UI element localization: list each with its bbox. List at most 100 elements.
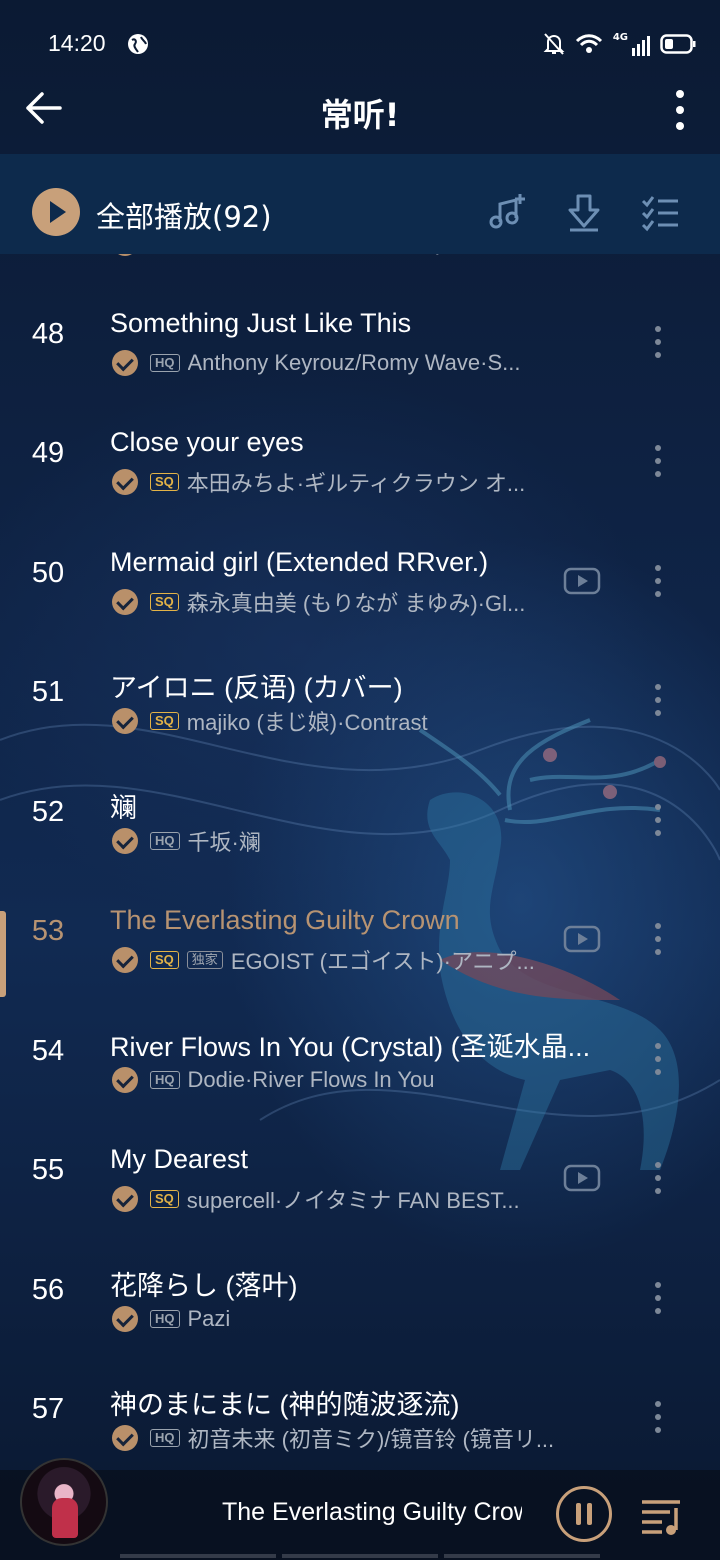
mute-bell-icon <box>543 33 565 55</box>
song-artist: Dodie·River Flows In You <box>187 1066 435 1092</box>
more-vertical-icon[interactable] <box>648 443 668 479</box>
song-row[interactable]: 47VIPSQ独家Lucas & Steve·Up Till D... <box>0 254 720 284</box>
song-title: Something Just Like This <box>110 307 412 338</box>
song-artist: majiko (まじ娘)·Contrast <box>186 710 428 735</box>
quality-badge: SQ <box>150 712 179 730</box>
song-artist: 初音未来 (初音ミク)/镜音铃 (镜音リ... <box>187 1427 555 1452</box>
page-title: 常听! <box>320 96 400 134</box>
song-number: 48 <box>31 317 65 350</box>
song-title: The Everlasting Guilty Crown <box>110 905 460 935</box>
song-artist: Anthony Keyrouz/Romy Wave·S... <box>187 349 521 375</box>
song-title: Close your eyes <box>110 427 304 457</box>
song-list[interactable]: 47VIPSQ独家Lucas & Steve·Up Till D... 48 Som… <box>0 254 720 1470</box>
downloaded-check-icon <box>112 708 138 734</box>
more-vertical-icon[interactable] <box>648 1280 668 1316</box>
more-vertical-icon[interactable] <box>648 1399 668 1435</box>
more-vertical-icon[interactable] <box>648 1041 668 1077</box>
play-icon[interactable] <box>32 188 80 236</box>
more-vertical-icon[interactable] <box>648 563 668 599</box>
song-title: アイロニ (反语) (カバー) <box>110 673 403 703</box>
player-page-indicator <box>120 1554 600 1558</box>
downloaded-check-icon <box>112 254 138 256</box>
song-artist: Pazi <box>187 1305 231 1331</box>
song-artist: 本田みちよ·ギルティクラウン オ... <box>186 471 526 496</box>
song-row[interactable]: 56 花降らし (落叶) HQ Pazi <box>0 1240 720 1360</box>
song-row[interactable]: 50 Mermaid girl (Extended RRver.) SQ 森永真由美 … <box>0 523 720 643</box>
checklist-icon[interactable] <box>640 192 680 232</box>
play-all-label[interactable]: 全部播放(92) <box>96 194 272 236</box>
battery-icon <box>660 34 696 54</box>
song-row[interactable]: 51 アイロニ (反语) (カバー) SQ majiko (まじ娘)·Contrast <box>0 642 720 762</box>
video-icon[interactable] <box>563 567 601 595</box>
song-artist: 千坂·斓 <box>187 829 261 855</box>
more-vertical-icon[interactable] <box>648 324 668 360</box>
status-icons: 4G <box>543 30 696 58</box>
song-row[interactable]: 52 斓 HQ 千坂·斓 <box>0 762 720 882</box>
mini-player[interactable]: The Everlasting Guilty Crow <box>0 1458 720 1560</box>
song-number: 51 <box>31 676 65 708</box>
song-title: 花降らし (落叶) <box>110 1270 298 1301</box>
music-add-icon[interactable] <box>488 192 528 232</box>
song-number: 52 <box>31 795 65 828</box>
song-number: 55 <box>31 1154 65 1186</box>
song-number: 53 <box>31 915 65 947</box>
song-number: 57 <box>31 1393 65 1425</box>
more-vertical-icon[interactable] <box>648 682 668 718</box>
header: 常听! <box>0 72 720 154</box>
more-vertical-icon[interactable] <box>670 88 690 132</box>
quality-badge: HQ <box>150 353 180 372</box>
downloaded-check-icon <box>112 1305 138 1332</box>
quality-badge: 独家 <box>186 951 223 969</box>
song-meta: HQ Anthony Keyrouz/Romy Wave·S... <box>112 346 562 380</box>
song-number: 54 <box>31 1034 65 1067</box>
quality-badge: SQ <box>150 1190 179 1208</box>
song-row[interactable]: 48 Something Just Like This HQ Anthony Keyr… <box>0 284 720 404</box>
song-number: 50 <box>31 556 65 589</box>
video-icon[interactable] <box>563 925 601 953</box>
quality-badge: SQ <box>150 951 179 969</box>
song-artist: EGOIST (エゴイスト)·アニプ... <box>230 949 535 974</box>
quality-badge: SQ <box>150 592 179 611</box>
song-row[interactable]: 53 The Everlasting Guilty Crown SQ 独家 EGOIST… <box>0 881 720 1001</box>
quality-badge: HQ <box>150 1429 180 1447</box>
song-artist: supercell·ノイタミナ FAN BEST... <box>186 1188 520 1213</box>
song-meta: SQ 本田みちよ·ギルティクラウン オ... <box>112 465 562 499</box>
song-title: Mermaid girl (Extended RRver.) <box>110 546 489 577</box>
quality-badge: HQ <box>150 1070 180 1089</box>
globe-icon <box>128 34 148 54</box>
downloaded-check-icon <box>112 1186 138 1212</box>
download-icon[interactable] <box>564 192 604 232</box>
song-meta: SQ 森永真由美 (もりなが まゆみ)·Gl... <box>112 585 562 619</box>
cellular-signal: 4G <box>613 32 650 56</box>
song-meta: SQ supercell·ノイタミナ FAN BEST... <box>112 1182 562 1216</box>
song-meta: HQ Dodie·River Flows In You <box>112 1063 562 1097</box>
downloaded-check-icon <box>112 1425 138 1451</box>
song-row[interactable]: 49 Close your eyes SQ 本田みちよ·ギルティクラウン オ... <box>0 403 720 523</box>
more-vertical-icon[interactable] <box>648 921 668 957</box>
quality-badge: HQ <box>150 1309 180 1328</box>
wifi-icon <box>575 34 602 53</box>
song-meta: HQ Pazi <box>112 1302 562 1336</box>
downloaded-check-icon <box>112 469 138 495</box>
downloaded-check-icon <box>112 1066 138 1093</box>
song-title: My Dearest <box>110 1144 249 1174</box>
album-cover[interactable] <box>20 1458 108 1546</box>
pause-icon[interactable] <box>556 1486 612 1542</box>
song-number: 49 <box>31 437 65 469</box>
more-vertical-icon[interactable] <box>648 1160 668 1196</box>
downloaded-check-icon <box>112 349 138 376</box>
play-all-bar: 全部播放(92) <box>0 154 720 254</box>
song-meta: SQ majiko (まじ娘)·Contrast <box>112 704 562 738</box>
song-artist: 森永真由美 (もりなが まゆみ)·Gl... <box>186 590 526 616</box>
playlist-icon[interactable] <box>640 1496 686 1536</box>
video-icon[interactable] <box>563 1164 601 1192</box>
status-time: 14:20 <box>48 30 106 56</box>
song-number: 56 <box>31 1273 65 1306</box>
more-vertical-icon[interactable] <box>648 802 668 838</box>
song-row[interactable]: 54 River Flows In You (Crystal) (圣诞水晶... H… <box>0 1001 720 1121</box>
song-row[interactable]: 57 神のまにまに (神的随波逐流) HQ 初音未来 (初音ミク)/镜音铃 (镜音リ.… <box>0 1359 720 1470</box>
song-meta: SQ 独家 EGOIST (エゴイスト)·アニプ... <box>112 943 562 977</box>
quality-badge: HQ <box>150 831 180 850</box>
song-row[interactable]: 55 My Dearest SQ supercell·ノイタミナ FAN BEST..… <box>0 1120 720 1240</box>
now-playing-title[interactable]: The Everlasting Guilty Crow <box>222 1498 522 1527</box>
